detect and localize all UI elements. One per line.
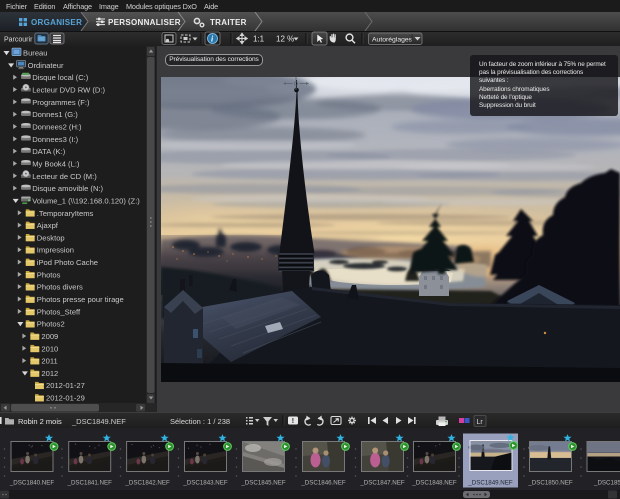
svg-text:Photos: Photos	[37, 270, 61, 279]
svg-text:_DSC1842.NEF: _DSC1842.NEF	[124, 480, 170, 487]
svg-text:2012-01-29: 2012-01-29	[46, 394, 85, 403]
svg-text:Photos_Steff: Photos_Steff	[37, 307, 81, 316]
svg-text:Programmes (F:): Programmes (F:)	[32, 98, 90, 107]
svg-text:.TemporaryItems: .TemporaryItems	[37, 209, 94, 218]
svg-text:_DSC1851.N: _DSC1851.N	[593, 480, 620, 487]
svg-text:_DSC1848.NEF: _DSC1848.NEF	[411, 480, 457, 487]
svg-text:2012-01-27: 2012-01-27	[46, 381, 85, 390]
svg-text:_DSC1850.NEF: _DSC1850.NEF	[527, 480, 573, 487]
svg-text:12 %: 12 %	[276, 35, 294, 44]
svg-text:_DSC1849.NEF: _DSC1849.NEF	[467, 480, 513, 487]
svg-text:2009: 2009	[41, 332, 58, 341]
svg-text:Parcourir: Parcourir	[4, 37, 33, 44]
svg-text:!: !	[292, 418, 294, 425]
svg-text:Disque amovible (N:): Disque amovible (N:)	[32, 184, 103, 193]
svg-text:Lecteur de CD (M:): Lecteur de CD (M:)	[32, 172, 97, 181]
svg-text:_DSC1841.NEF: _DSC1841.NEF	[67, 480, 113, 487]
svg-text:_DSC1849.NEF: _DSC1849.NEF	[71, 417, 126, 426]
svg-text:Donnes1 (G:): Donnes1 (G:)	[32, 110, 78, 119]
svg-text:Donnees2 (H:): Donnees2 (H:)	[32, 123, 82, 132]
svg-text:ORGANISER: ORGANISER	[31, 18, 82, 27]
svg-text:Photos divers: Photos divers	[37, 283, 83, 292]
svg-text:1:1: 1:1	[253, 35, 265, 44]
svg-text:Lecteur DVD RW (D:): Lecteur DVD RW (D:)	[32, 86, 105, 95]
svg-text:2012: 2012	[41, 369, 58, 378]
svg-text:Robin 2 mois: Robin 2 mois	[18, 417, 62, 426]
svg-text:Ajaxpf: Ajaxpf	[37, 221, 59, 230]
svg-text:_DSC1847.NEF: _DSC1847.NEF	[359, 480, 405, 487]
svg-text:2011: 2011	[41, 357, 57, 366]
svg-text:PERSONNALISER: PERSONNALISER	[108, 18, 181, 27]
svg-text:Bureau: Bureau	[23, 49, 48, 58]
svg-text:2010: 2010	[41, 344, 58, 353]
svg-text:Sélection : 1 / 238: Sélection : 1 / 238	[170, 417, 230, 426]
svg-text:Photos2: Photos2	[37, 320, 65, 329]
svg-text:Donnees3 (I:): Donnees3 (I:)	[32, 135, 78, 144]
svg-text:_DSC1843.NEF: _DSC1843.NEF	[182, 480, 228, 487]
svg-text:_DSC1846.NEF: _DSC1846.NEF	[300, 480, 346, 487]
svg-text:Disque local (C:): Disque local (C:)	[32, 73, 89, 82]
svg-text:_DSC1840.NEF: _DSC1840.NEF	[9, 480, 55, 487]
svg-text:iPod Photo Cache: iPod Photo Cache	[37, 258, 98, 267]
svg-text:DATA (K:): DATA (K:)	[32, 147, 66, 156]
svg-text:Autoréglages: Autoréglages	[372, 36, 413, 43]
svg-text:Photos presse pour tirage: Photos presse pour tirage	[37, 295, 124, 304]
svg-text:_DSC1845.NEF: _DSC1845.NEF	[240, 480, 286, 487]
svg-text:Ordinateur: Ordinateur	[28, 61, 64, 70]
svg-text:Lr: Lr	[477, 419, 484, 426]
svg-text:TRAITER: TRAITER	[210, 18, 247, 27]
svg-text:Impression: Impression	[37, 246, 74, 255]
svg-text:Volume_1 (\\192.168.0.120) (Z:: Volume_1 (\\192.168.0.120) (Z:)	[32, 196, 140, 205]
svg-text:Desktop: Desktop	[37, 233, 65, 242]
svg-text:My Book4 (L:): My Book4 (L:)	[32, 159, 80, 168]
